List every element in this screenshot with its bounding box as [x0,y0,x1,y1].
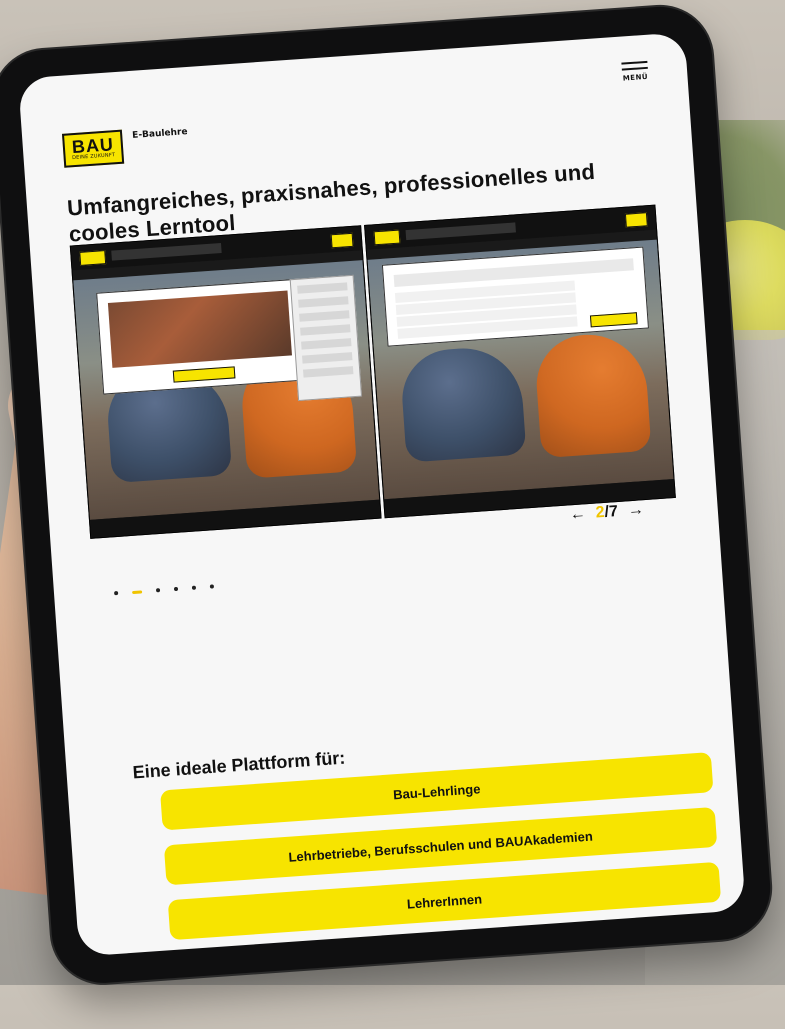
sidebar-line [302,352,353,364]
carousel-dot[interactable] [209,584,215,589]
screenshot-left-content-panel [96,278,305,395]
menu-bar-2 [621,66,648,71]
page-counter: 2/7 [595,502,619,522]
sidebar-line [301,338,352,350]
screenshot-left-logo [79,250,107,266]
worker-figure-2 [533,330,652,459]
page-current: 2 [595,503,606,522]
screenshot-right-logo [373,229,401,246]
feature-screenshots [69,204,676,539]
carousel-dot-active[interactable] [132,589,143,594]
carousel-dot[interactable] [191,585,197,590]
platform-item-label: Lehrbetriebe, Berufsschulen und BAUAkade… [288,828,594,865]
menu-bar-1 [621,60,648,65]
screenshot-left-sidebar [289,274,363,402]
brand: BAU DEINE ZUKUNFT E-Baulehre [61,125,189,168]
carousel-dot[interactable] [155,588,161,593]
screenshot-left-button [330,232,354,249]
tablet: MENÜ BAU DEINE ZUKUNFT E-Baulehre Umfang… [0,0,785,1029]
platform-item-label: Bau-Lehrlinge [392,780,481,802]
bau-logo: BAU DEINE ZUKUNFT [61,129,125,168]
screenshot-left-search [111,243,222,261]
sidebar-line [297,282,348,294]
tablet-screen: MENÜ BAU DEINE ZUKUNFT E-Baulehre Umfang… [18,32,746,957]
page-total: 7 [608,502,619,521]
next-arrow-icon[interactable]: → [627,501,644,520]
brand-name: E-Baulehre [131,127,188,141]
screenshot-right-search [405,222,516,241]
quiz-question [393,258,634,288]
quiz-next-button [589,312,638,328]
menu-label: MENÜ [622,72,649,83]
screenshot-left-cta [172,366,236,383]
platform-item-label: LehrerInnen [406,890,483,912]
screenshot-right-button [624,212,648,228]
screenshot-left-panel-image [107,290,292,368]
sidebar-line [300,324,351,336]
carousel-dots [114,584,215,596]
carousel-dot[interactable] [173,586,179,592]
sidebar-line [303,366,354,378]
carousel-pager: ← 2/7 → [569,501,644,524]
menu-button[interactable]: MENÜ [616,56,654,83]
sidebar-line [298,296,349,308]
prev-arrow-icon[interactable]: ← [569,505,586,524]
sidebar-line [299,310,350,322]
worker-figure-1 [399,344,527,463]
screenshot-left [69,225,382,539]
screenshot-right [364,204,676,519]
platform-title: Eine ideale Plattform für: [132,747,346,783]
carousel-dot[interactable] [114,591,119,596]
